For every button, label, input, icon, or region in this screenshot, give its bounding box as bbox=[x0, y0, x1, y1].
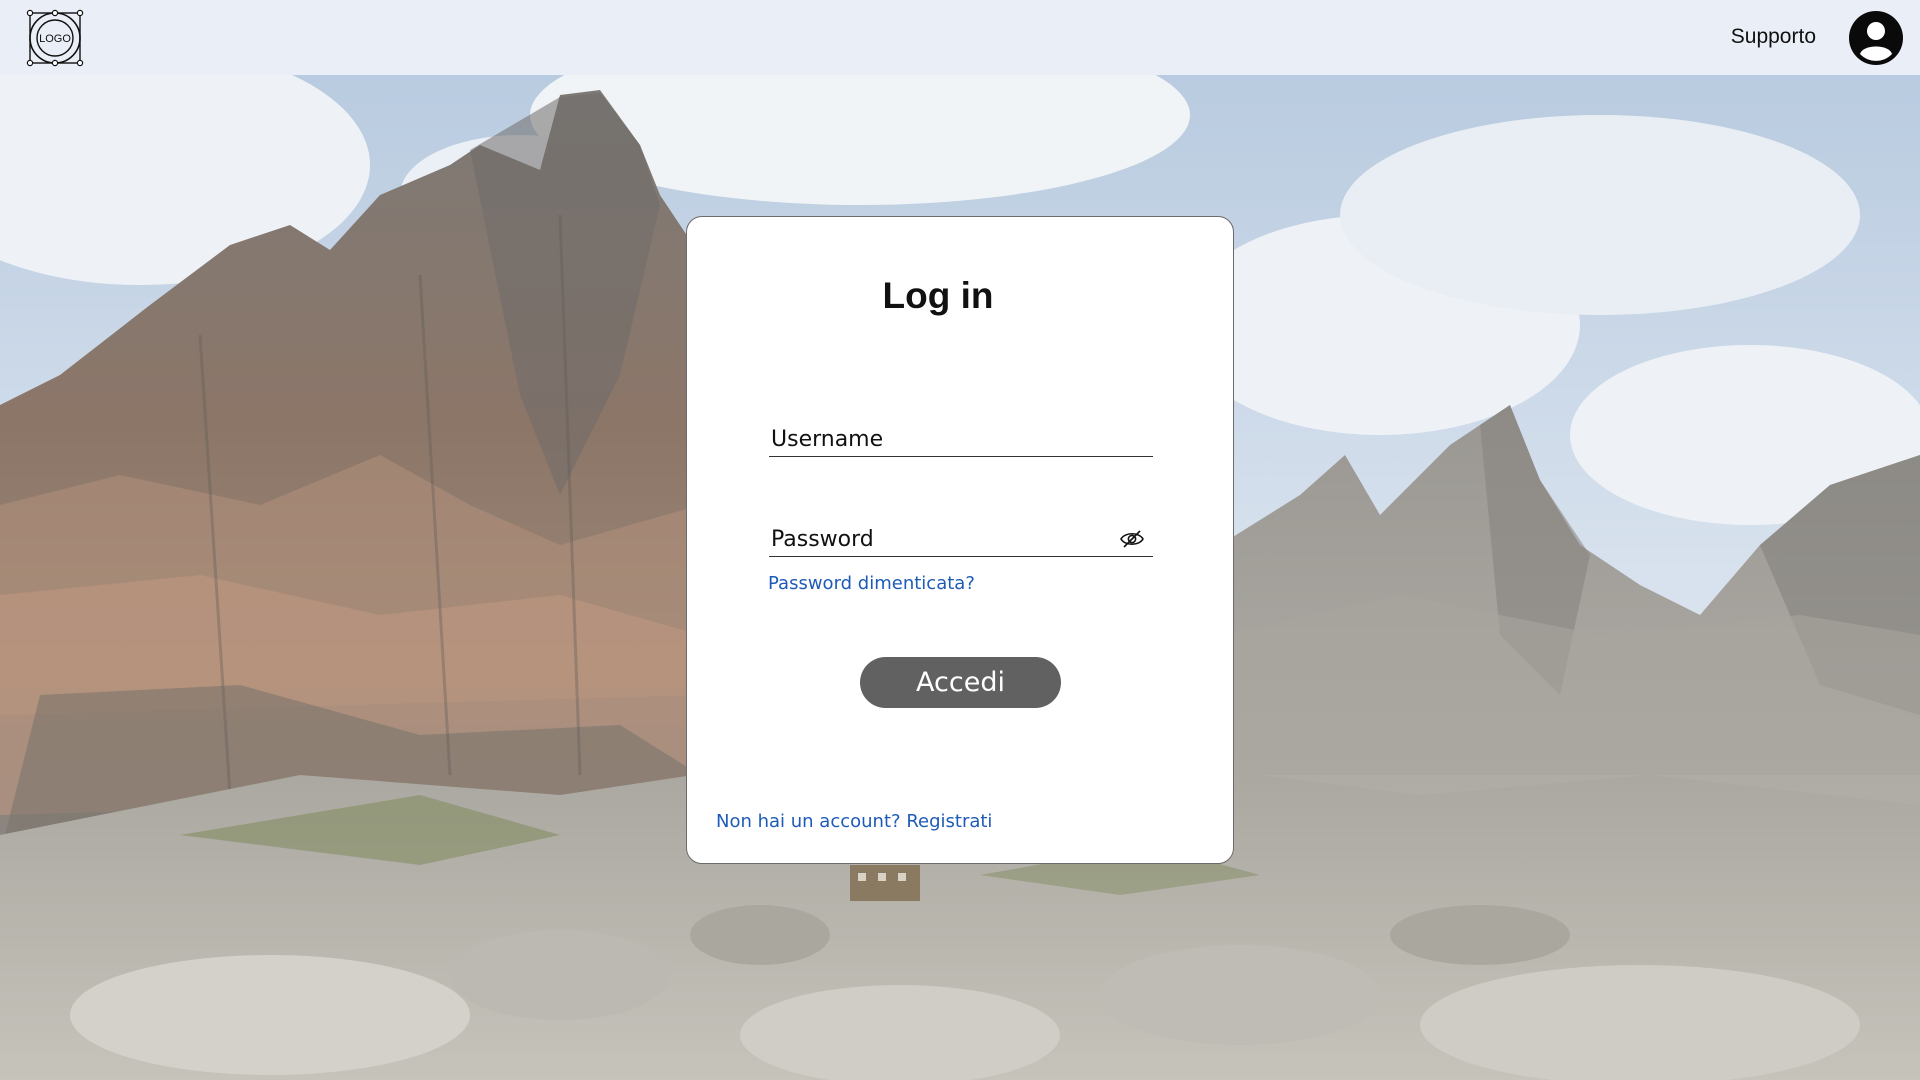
register-prompt: Non hai un account? Registrati bbox=[716, 811, 992, 832]
top-bar: LOGO Supporto bbox=[0, 0, 1920, 75]
login-title: Log in bbox=[882, 275, 994, 316]
password-field-wrapper bbox=[769, 523, 1153, 557]
username-field-wrapper bbox=[769, 423, 1153, 457]
register-prompt-text: Non hai un account? bbox=[716, 811, 901, 832]
login-submit-button[interactable]: Accedi bbox=[860, 657, 1061, 708]
logo[interactable]: LOGO bbox=[26, 9, 84, 67]
login-card: Log in Password dimenticata? Accedi Non … bbox=[686, 216, 1234, 864]
login-page: LOGO Supporto Log in Username Password d… bbox=[0, 0, 1920, 1080]
support-link[interactable]: Supporto bbox=[1731, 25, 1816, 49]
username-field[interactable] bbox=[769, 423, 1153, 456]
logo-text: LOGO bbox=[39, 33, 71, 45]
eye-off-icon[interactable] bbox=[1119, 528, 1145, 550]
user-circle-icon[interactable] bbox=[1849, 11, 1903, 65]
register-link[interactable]: Registrati bbox=[906, 811, 992, 832]
forgot-password-link[interactable]: Password dimenticata? bbox=[768, 573, 975, 594]
password-field[interactable] bbox=[769, 523, 1153, 556]
